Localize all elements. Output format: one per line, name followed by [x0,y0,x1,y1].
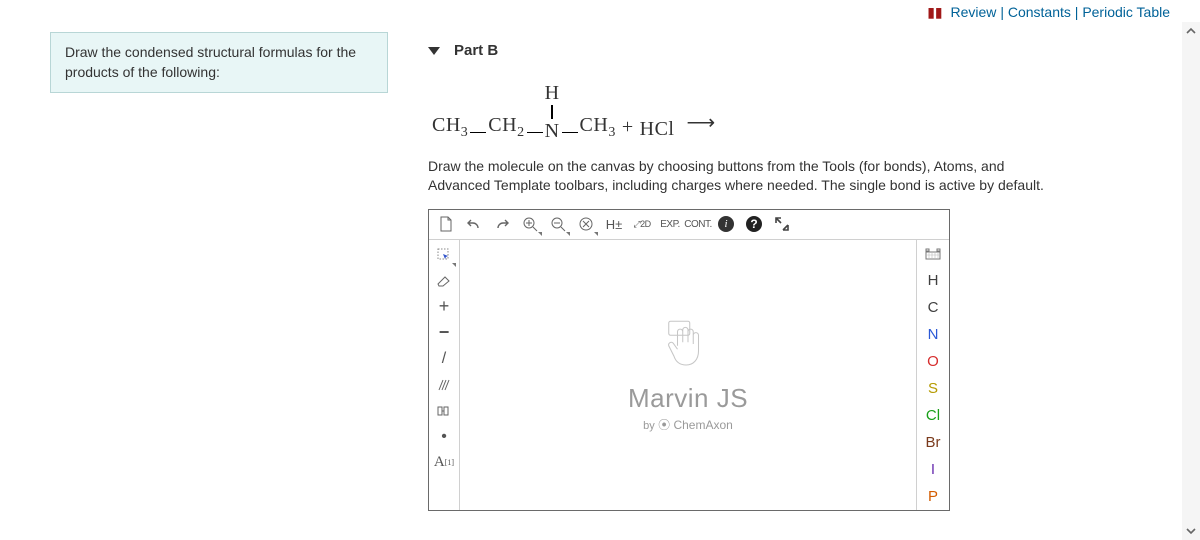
charge-minus-button[interactable]: − [431,320,457,346]
chemaxon-brand: by ⦿ ChemAxon [643,416,733,433]
constants-link[interactable]: Constants [1008,4,1071,20]
question-prompt: Draw the condensed structural formulas f… [50,32,388,93]
periodic-table-icon[interactable] [920,242,946,267]
part-title: Part B [454,42,498,59]
flag-icon: ▮▮ [927,4,942,20]
hand-pointer-icon [660,316,716,375]
new-icon[interactable] [433,211,459,237]
contract-button[interactable]: CONT. [685,211,711,237]
review-link[interactable]: Review [951,4,997,20]
clean-2d-button[interactable]: ⤢2D [629,211,655,237]
zoom-out-icon[interactable] [545,211,571,237]
charge-plus-button[interactable]: + [431,294,457,320]
radical-button[interactable]: • [431,424,457,450]
atom-label-button[interactable]: A[1] [431,450,457,476]
instructions: Draw the molecule on the canvas by choos… [428,157,1068,195]
atom-c-button[interactable]: C [919,294,947,321]
marvin-brand: Marvin JS [628,383,748,414]
scroll-down-icon[interactable] [1184,524,1198,538]
info-icon[interactable]: i [713,211,739,237]
undo-icon[interactable] [461,211,487,237]
h-plusminus-button[interactable]: H± [601,211,627,237]
atom-o-button[interactable]: O [919,348,947,375]
double-bond-icon[interactable] [431,372,457,398]
atom-h-button[interactable]: H [919,267,947,294]
atom-n-button[interactable]: N [919,321,947,348]
atom-toolbar: H C N O S Cl Br I P [916,240,949,510]
left-toolbar: + − / • A[1] [429,240,460,510]
single-bond-button[interactable]: / [431,346,457,372]
chain-icon[interactable] [431,398,457,424]
scroll-up-icon[interactable] [1184,24,1198,38]
drawing-canvas[interactable]: Marvin JS by ⦿ ChemAxon [460,240,916,510]
select-icon[interactable] [431,242,457,268]
help-icon[interactable]: ? [741,211,767,237]
top-links: ▮▮ Review | Constants | Periodic Table [927,4,1170,21]
marvin-sketcher: H± ⤢2D EXP. CONT. i ? + − [428,209,950,511]
atom-i-button[interactable]: I [919,456,947,483]
expand-button[interactable]: EXP. [657,211,683,237]
collapse-icon[interactable] [428,47,440,55]
fullscreen-icon[interactable] [769,211,795,237]
zoom-in-icon[interactable] [517,211,543,237]
scrollbar[interactable] [1182,22,1200,540]
reaction-equation: CH3 CH2 H N CH3 + HCl ⟶ [432,83,716,141]
redo-icon[interactable] [489,211,515,237]
atom-br-button[interactable]: Br [919,429,947,456]
atom-s-button[interactable]: S [919,375,947,402]
atom-cl-button[interactable]: Cl [919,402,947,429]
periodic-table-link[interactable]: Periodic Table [1082,4,1170,20]
erase-icon[interactable] [431,268,457,294]
delete-icon[interactable] [573,211,599,237]
top-toolbar: H± ⤢2D EXP. CONT. i ? [429,210,949,240]
atom-p-button[interactable]: P [919,483,947,510]
